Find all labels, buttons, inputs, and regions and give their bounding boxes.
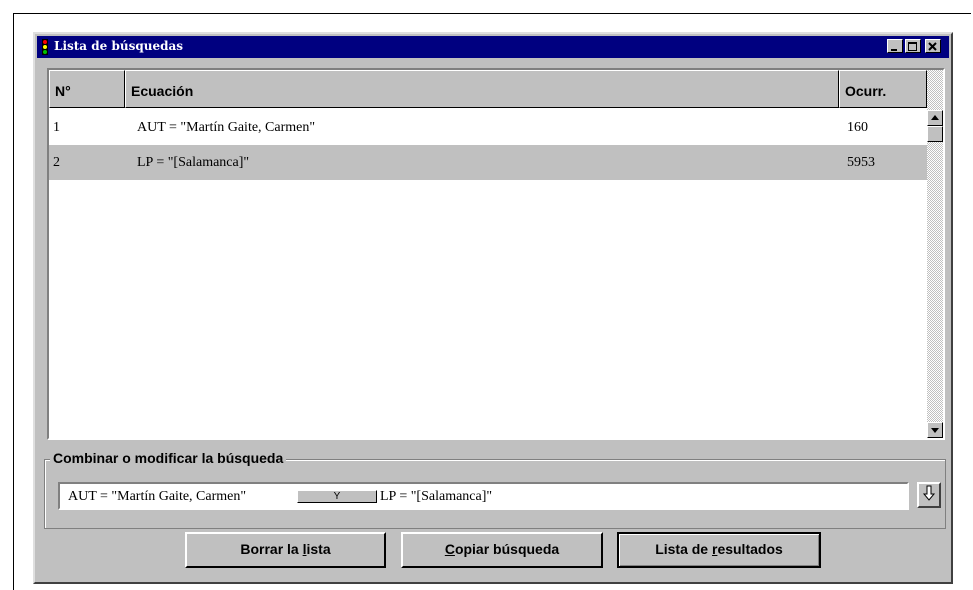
apply-search-button[interactable] bbox=[917, 482, 941, 508]
results-list-button[interactable]: Lista de resultados bbox=[617, 532, 821, 568]
scroll-thumb[interactable] bbox=[927, 126, 943, 142]
minimize-icon bbox=[891, 49, 897, 51]
down-arrow-icon bbox=[922, 485, 936, 501]
scroll-up-button[interactable] bbox=[927, 110, 943, 126]
close-button[interactable] bbox=[925, 39, 941, 53]
vertical-scrollbar[interactable] bbox=[927, 70, 943, 438]
search-list-window: Lista de búsquedas N° Ecuación Ocurr. 1 … bbox=[33, 32, 953, 584]
combine-left-term: AUT = "Martín Gaite, Carmen" bbox=[68, 489, 247, 504]
header-equation[interactable]: Ecuación bbox=[125, 70, 839, 108]
row-occurrences: 5953 bbox=[847, 155, 875, 170]
results-label-pre: Lista de bbox=[655, 541, 712, 557]
header-number[interactable]: N° bbox=[49, 70, 125, 108]
row-occurrences: 160 bbox=[847, 120, 868, 135]
clear-label-post: ista bbox=[306, 541, 331, 557]
minimize-button[interactable] bbox=[887, 39, 903, 53]
combine-right-term: LP = "[Salamanca]" bbox=[380, 489, 493, 504]
list-header: N° Ecuación Ocurr. bbox=[49, 70, 927, 108]
row-number: 1 bbox=[53, 120, 60, 135]
maximize-icon bbox=[908, 42, 917, 51]
copy-label-key: C bbox=[444, 541, 455, 557]
scroll-down-button[interactable] bbox=[927, 422, 943, 438]
combine-search-field[interactable]: AUT = "Martín Gaite, Carmen" Y LP = "[Sa… bbox=[58, 482, 909, 510]
maximize-button[interactable] bbox=[905, 39, 921, 53]
row-equation: LP = "[Salamanca]" bbox=[137, 155, 250, 170]
operator-button[interactable]: Y bbox=[297, 490, 377, 503]
arrow-up-icon bbox=[931, 115, 939, 120]
copy-search-button[interactable]: Copiar búsqueda bbox=[401, 532, 603, 568]
row-number: 2 bbox=[53, 155, 60, 170]
results-label-post: esultados bbox=[717, 541, 783, 557]
title-bar[interactable]: Lista de búsquedas bbox=[37, 36, 949, 58]
combine-group-label: Combinar o modificar la búsqueda bbox=[50, 450, 287, 466]
clear-list-button[interactable]: Borrar la lista bbox=[185, 532, 386, 568]
search-list[interactable]: N° Ecuación Ocurr. 1 AUT = "Martín Gaite… bbox=[47, 68, 945, 440]
window-title: Lista de búsquedas bbox=[54, 39, 183, 53]
copy-label-post: opiar búsqueda bbox=[454, 541, 560, 557]
table-row-selected[interactable]: 2 LP = "[Salamanca]" 5953 bbox=[49, 145, 927, 180]
header-occurrences[interactable]: Ocurr. bbox=[839, 70, 927, 108]
close-icon bbox=[928, 42, 937, 51]
row-equation: AUT = "Martín Gaite, Carmen" bbox=[137, 120, 316, 135]
traffic-light-icon bbox=[42, 39, 48, 55]
arrow-down-icon bbox=[931, 428, 939, 433]
table-row[interactable]: 1 AUT = "Martín Gaite, Carmen" 160 bbox=[49, 110, 927, 145]
clear-label-pre: Borrar la bbox=[240, 541, 303, 557]
